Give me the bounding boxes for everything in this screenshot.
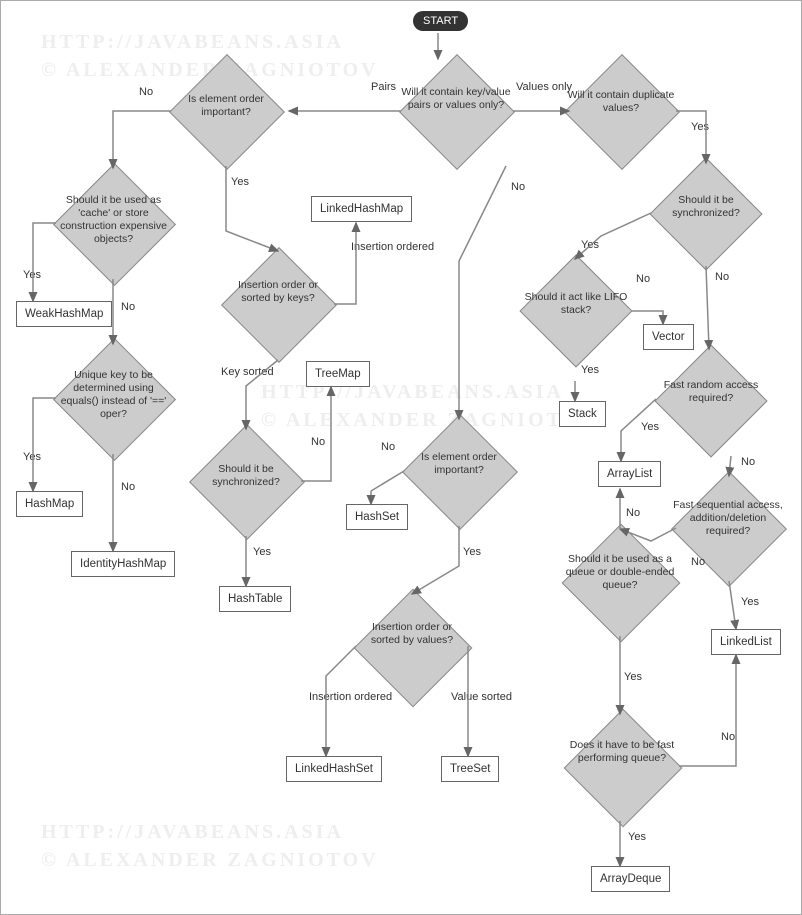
label-valuesonly: Values only bbox=[516, 81, 572, 93]
label-pairs: Pairs bbox=[371, 81, 396, 93]
decision-dup bbox=[564, 54, 680, 170]
decision-ins-vals bbox=[354, 589, 473, 708]
label-yes-4: Yes bbox=[253, 546, 271, 558]
label-no-10: No bbox=[626, 507, 640, 519]
label-yes-1: Yes bbox=[231, 176, 249, 188]
label-yes-11: Yes bbox=[741, 596, 759, 608]
result-vector: Vector bbox=[643, 324, 694, 350]
label-no-7: No bbox=[636, 273, 650, 285]
result-arraydeque: ArrayDeque bbox=[591, 866, 670, 892]
decision-fastq bbox=[564, 709, 683, 828]
flowchart-canvas: HTTP://JAVABEANS.ASIA © ALEXANDER ZAGNIO… bbox=[0, 0, 802, 915]
label-yes-2: Yes bbox=[23, 269, 41, 281]
label-yes-5: Yes bbox=[691, 121, 709, 133]
label-insordered-1: Insertion ordered bbox=[351, 241, 406, 253]
start-node: START bbox=[413, 11, 468, 31]
label-keysorted: Key sorted bbox=[221, 366, 261, 378]
watermark-url-top: HTTP://JAVABEANS.ASIA bbox=[41, 31, 344, 54]
watermark-url-bot: HTTP://JAVABEANS.ASIA bbox=[41, 821, 344, 844]
label-yes-3: Yes bbox=[23, 451, 41, 463]
result-hashmap: HashMap bbox=[16, 491, 83, 517]
label-no-9: No bbox=[741, 456, 755, 468]
label-no-5: No bbox=[511, 181, 525, 193]
decision-ins-keys bbox=[221, 247, 337, 363]
label-no-2: No bbox=[121, 301, 135, 313]
watermark-copy-mid: © ALEXANDER ZAGNIOTOV bbox=[261, 409, 599, 432]
result-linkedhashmap: LinkedHashMap bbox=[311, 196, 412, 222]
decision-lifo bbox=[519, 254, 632, 367]
label-insordered-2: Insertion ordered bbox=[309, 691, 364, 703]
result-linkedlist: LinkedList bbox=[711, 629, 781, 655]
result-hashtable: HashTable bbox=[219, 586, 291, 612]
label-no-3: No bbox=[121, 481, 135, 493]
label-yes-10: Yes bbox=[624, 671, 642, 683]
decision-queue bbox=[562, 524, 681, 643]
label-yes-12: Yes bbox=[628, 831, 646, 843]
decision-unique-key bbox=[53, 338, 176, 461]
connectors bbox=[1, 1, 802, 915]
result-identityhashmap: IdentityHashMap bbox=[71, 551, 175, 577]
label-yes-6: Yes bbox=[463, 546, 481, 558]
label-no-6: No bbox=[381, 441, 395, 453]
result-hashset: HashSet bbox=[346, 504, 408, 530]
label-yes-7: Yes bbox=[581, 239, 599, 251]
result-treeset: TreeSet bbox=[441, 756, 499, 782]
label-no-1: No bbox=[139, 86, 153, 98]
label-no-11: No bbox=[691, 556, 705, 568]
decision-random bbox=[654, 344, 767, 457]
result-stack: Stack bbox=[559, 401, 606, 427]
decision-cache bbox=[53, 163, 176, 286]
decision-seq bbox=[671, 471, 787, 587]
label-no-8: No bbox=[715, 271, 729, 283]
watermark-copy-bot: © ALEXANDER ZAGNIOTOV bbox=[41, 849, 379, 872]
label-no-4: No bbox=[311, 436, 325, 448]
decision-sync-list bbox=[649, 157, 762, 270]
label-no-12: No bbox=[721, 731, 735, 743]
label-valsorted: Value sorted bbox=[451, 691, 496, 703]
decision-sync-map bbox=[189, 424, 305, 540]
decision-pairs bbox=[399, 54, 515, 170]
label-yes-9: Yes bbox=[641, 421, 659, 433]
result-arraylist: ArrayList bbox=[598, 461, 661, 487]
label-yes-8: Yes bbox=[581, 364, 599, 376]
result-linkedhashset: LinkedHashSet bbox=[286, 756, 382, 782]
result-weakhashmap: WeakHashMap bbox=[16, 301, 112, 327]
result-treemap: TreeMap bbox=[306, 361, 370, 387]
